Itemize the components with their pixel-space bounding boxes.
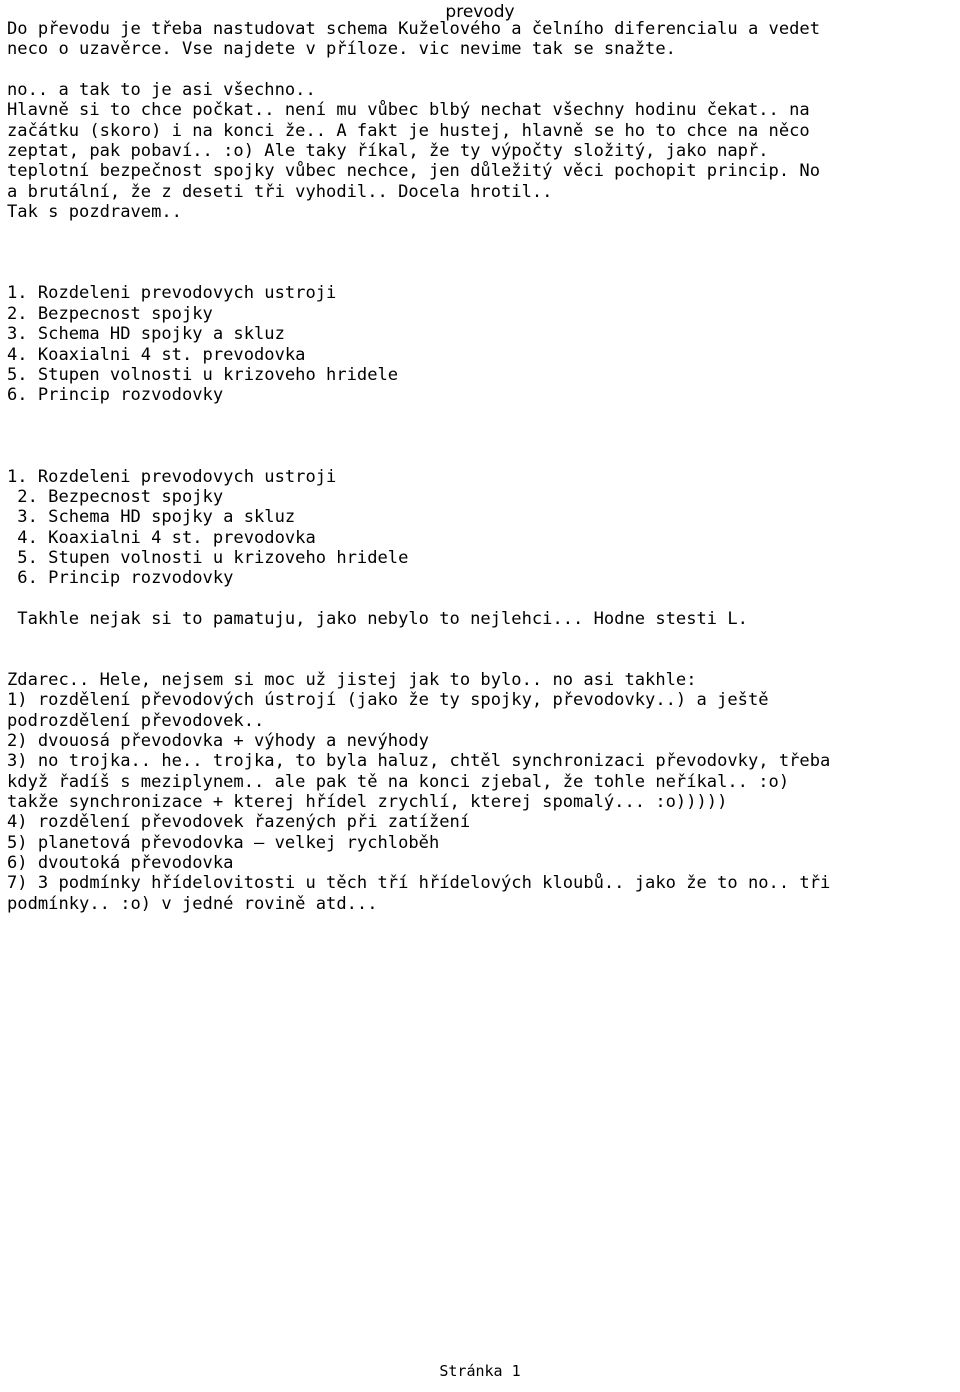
text-line: 6) dvoutoká převodovka <box>7 853 234 874</box>
text-line: no.. a tak to je asi všechno.. <box>7 80 316 101</box>
text-line: 1. Rozdeleni prevodovych ustroji <box>7 466 337 487</box>
text-line-blank <box>7 650 957 670</box>
text-line: 1. Rozdeleni prevodovych ustroji <box>7 283 337 304</box>
text-line: 5) planetová převodovka – velkej rychlob… <box>7 832 440 853</box>
text-line: 2. Bezpecnost spojky <box>7 303 213 324</box>
text-line: 3) no trojka.. he.. trojka, to byla halu… <box>7 751 831 772</box>
text-line: Hlavně si to chce počkat.. není mu vůbec… <box>7 100 810 121</box>
document-page: prevody Do převodu je třeba nastudovat s… <box>0 0 960 1392</box>
text-line: neco o uzavěrce. Vse najdete v příloze. … <box>7 39 676 60</box>
text-line-blank <box>7 629 957 649</box>
text-line: 2) dvouosá převodovka + výhody a nevýhod… <box>7 731 429 752</box>
text-line-blank <box>7 589 957 609</box>
text-line: zeptat, pak pobaví.. :o) Ale taky říkal,… <box>7 141 769 162</box>
text-line-blank <box>7 426 957 446</box>
text-line: teplotní bezpečnost spojky vůbec nechce,… <box>7 161 821 182</box>
text-line: 4) rozdělení převodovek řazených při zat… <box>7 812 471 833</box>
text-line-blank <box>7 222 957 242</box>
text-line: 6. Princip rozvodovky <box>7 568 234 589</box>
text-line: podmínky.. :o) v jedné rovině atd... <box>7 893 378 914</box>
text-line: 3. Schema HD spojky a skluz <box>7 507 296 528</box>
document-body: Do převodu je třeba nastudovat schema Ku… <box>7 19 957 914</box>
text-line-blank <box>7 263 957 283</box>
text-line: začátku (skoro) i na konci že.. A fakt j… <box>7 120 810 141</box>
text-line: 5. Stupen volnosti u krizoveho hridele <box>7 547 409 568</box>
text-line: takže synchronizace + kterej hřídel zryc… <box>7 792 728 813</box>
text-line: když řadíš s meziplynem.. ale pak tě na … <box>7 771 790 792</box>
text-line-blank <box>7 243 957 263</box>
text-line: Tak s pozdravem.. <box>7 202 182 223</box>
text-line: Takhle nejak si to pamatuju, jako nebylo… <box>7 608 748 629</box>
text-line: 6. Princip rozvodovky <box>7 385 224 406</box>
text-line: 4. Koaxialni 4 st. prevodovka <box>7 527 316 548</box>
text-line: 7) 3 podmínky hřídelovitosti u těch tří … <box>7 873 831 894</box>
text-line-blank <box>7 446 957 466</box>
text-line: podrozdělení převodovek.. <box>7 710 265 731</box>
text-line-blank <box>7 406 957 426</box>
text-line: 2. Bezpecnost spojky <box>7 486 224 507</box>
text-line: 4. Koaxialni 4 st. prevodovka <box>7 344 306 365</box>
page-footer: Stránka 1 <box>439 1362 521 1380</box>
text-line: Do převodu je třeba nastudovat schema Ku… <box>7 19 821 39</box>
text-line: 3. Schema HD spojky a skluz <box>7 324 285 345</box>
text-line: Zdarec.. Hele, nejsem si moc už jistej j… <box>7 670 697 690</box>
text-line: 1) rozdělení převodových ústrojí (jako ž… <box>7 690 769 711</box>
text-line: a brutální, že z deseti tři vyhodil.. Do… <box>7 181 553 202</box>
text-line: 5. Stupen volnosti u krizoveho hridele <box>7 364 399 385</box>
text-line-blank <box>7 60 957 80</box>
